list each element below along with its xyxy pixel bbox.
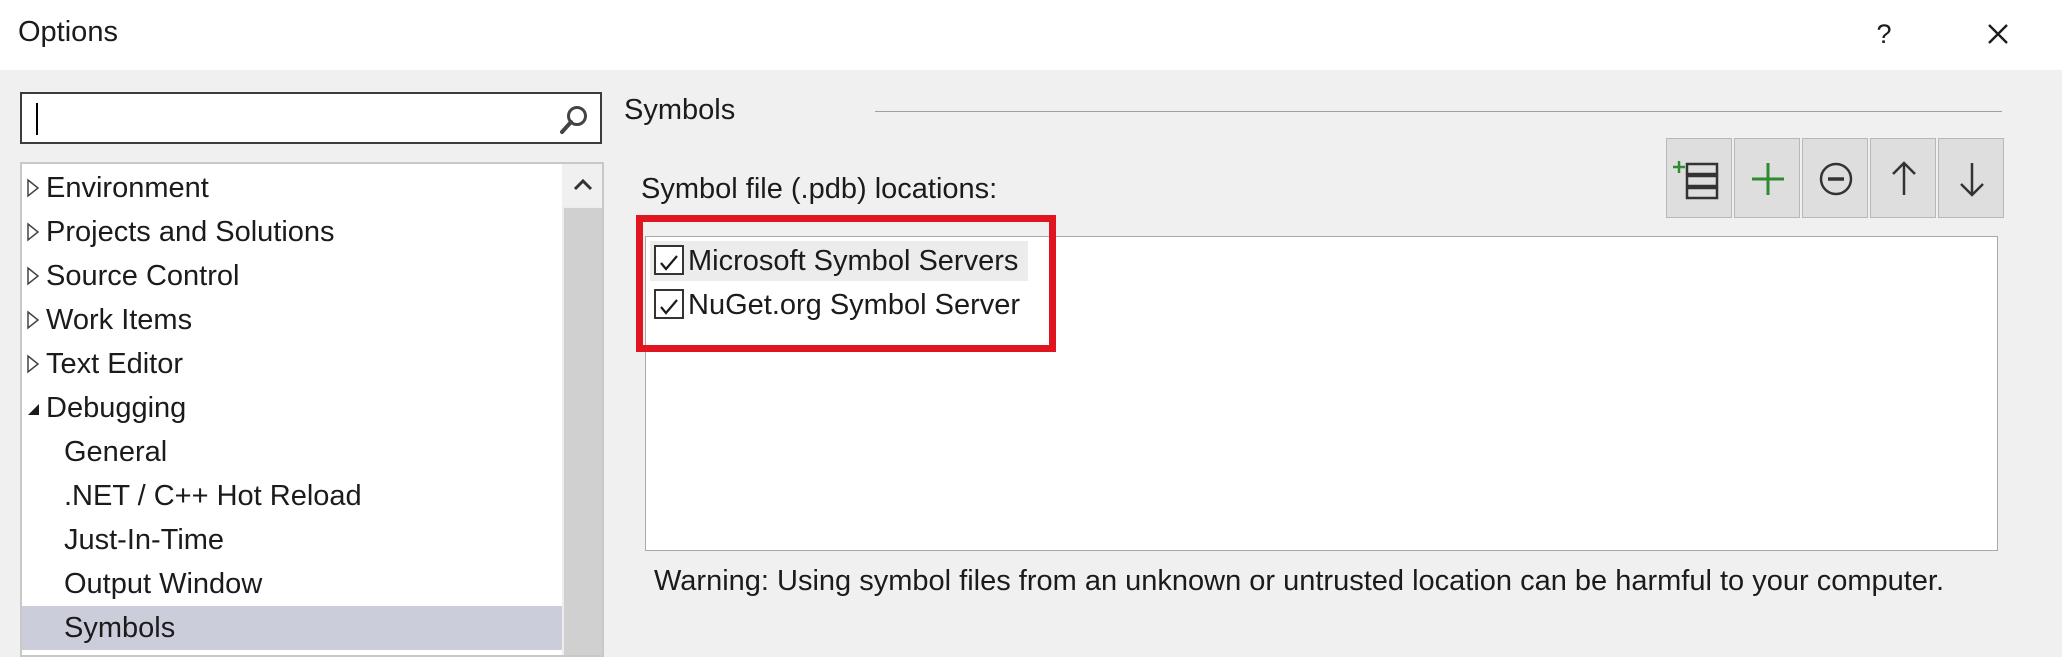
expand-triangle-icon[interactable] (26, 222, 40, 242)
expand-triangle-icon[interactable] (26, 266, 40, 286)
list-item-label: Microsoft Symbol Servers (688, 245, 1019, 277)
arrow-up-icon (1892, 161, 1916, 195)
checkmark-icon (660, 255, 678, 271)
arrow-down-icon (1960, 163, 1984, 197)
checkbox[interactable] (654, 289, 684, 319)
list-item-microsoft-symbol-servers[interactable]: Microsoft Symbol Servers (650, 241, 1028, 281)
close-button[interactable] (1976, 12, 2020, 56)
add-icon (1752, 163, 1784, 195)
collapse-triangle-icon[interactable] (26, 398, 40, 418)
add-location-button[interactable] (1734, 138, 1800, 218)
warning-text: Warning: Using symbol files from an unkn… (654, 565, 1945, 597)
close-icon (1988, 24, 2008, 44)
remove-location-button[interactable] (1802, 138, 1868, 218)
move-up-button[interactable] (1870, 138, 1936, 218)
tree-item-label: Source Control (46, 260, 240, 292)
tree-item-hot-reload[interactable]: .NET / C++ Hot Reload (22, 474, 562, 518)
tree-item-label: Environment (46, 172, 209, 204)
tree-scrollbar[interactable] (562, 164, 602, 655)
tree-item-label: .NET / C++ Hot Reload (64, 480, 362, 512)
tree-item-source-control[interactable]: Source Control (22, 254, 562, 298)
help-button[interactable]: ? (1866, 12, 1902, 56)
remove-icon (1819, 162, 1853, 196)
expand-triangle-icon[interactable] (26, 178, 40, 198)
section-divider (875, 111, 2002, 112)
checkmark-icon (660, 299, 678, 315)
symbol-locations-label: Symbol file (.pdb) locations: (641, 173, 998, 205)
load-all-symbols-icon (1673, 161, 1719, 200)
chevron-up-icon (573, 178, 593, 191)
tree-item-label: General (64, 436, 168, 468)
tree-item-label: Debugging (46, 392, 187, 424)
search-icon[interactable] (556, 102, 592, 138)
load-all-symbols-button[interactable] (1666, 138, 1732, 218)
tree-item-environment[interactable]: Environment (22, 166, 562, 210)
tree-item-label: Text Editor (46, 348, 183, 380)
tree-item-symbols[interactable]: Symbols (22, 606, 562, 650)
page-title: Symbols (624, 94, 736, 126)
text-caret (36, 103, 38, 135)
tree-item-label: Just-In-Time (64, 524, 225, 556)
tree-item-label: Symbols (64, 612, 176, 644)
tree-item-debugging[interactable]: Debugging (22, 386, 562, 430)
expand-triangle-icon[interactable] (26, 310, 40, 330)
tree-item-label: Work Items (46, 304, 193, 336)
tree-item-general[interactable]: General (22, 430, 562, 474)
tree-item-label: Projects and Solutions (46, 216, 335, 248)
tree-item-just-in-time[interactable]: Just-In-Time (22, 518, 562, 562)
search-input[interactable] (20, 92, 602, 144)
checkbox[interactable] (654, 245, 684, 275)
list-item-nuget-symbol-server[interactable]: NuGet.org Symbol Server (650, 285, 1028, 325)
options-dialog: Options ? Environment Projects and Solut… (0, 0, 2062, 657)
window-title: Options (18, 16, 118, 48)
tree-item-work-items[interactable]: Work Items (22, 298, 562, 342)
tree-item-label: Output Window (64, 568, 263, 600)
scroll-thumb[interactable] (564, 208, 602, 655)
title-bar: Options ? (0, 0, 2062, 70)
scroll-up-button[interactable] (562, 164, 602, 206)
list-item-label: NuGet.org Symbol Server (688, 289, 1021, 321)
tree-item-projects-and-solutions[interactable]: Projects and Solutions (22, 210, 562, 254)
options-tree[interactable]: Environment Projects and Solutions Sourc… (20, 162, 604, 657)
tree-item-output-window[interactable]: Output Window (22, 562, 562, 606)
expand-triangle-icon[interactable] (26, 354, 40, 374)
symbol-locations-list[interactable]: Microsoft Symbol Servers NuGet.org Symbo… (645, 236, 1998, 551)
move-down-button[interactable] (1938, 138, 2004, 218)
tree-item-text-editor[interactable]: Text Editor (22, 342, 562, 386)
